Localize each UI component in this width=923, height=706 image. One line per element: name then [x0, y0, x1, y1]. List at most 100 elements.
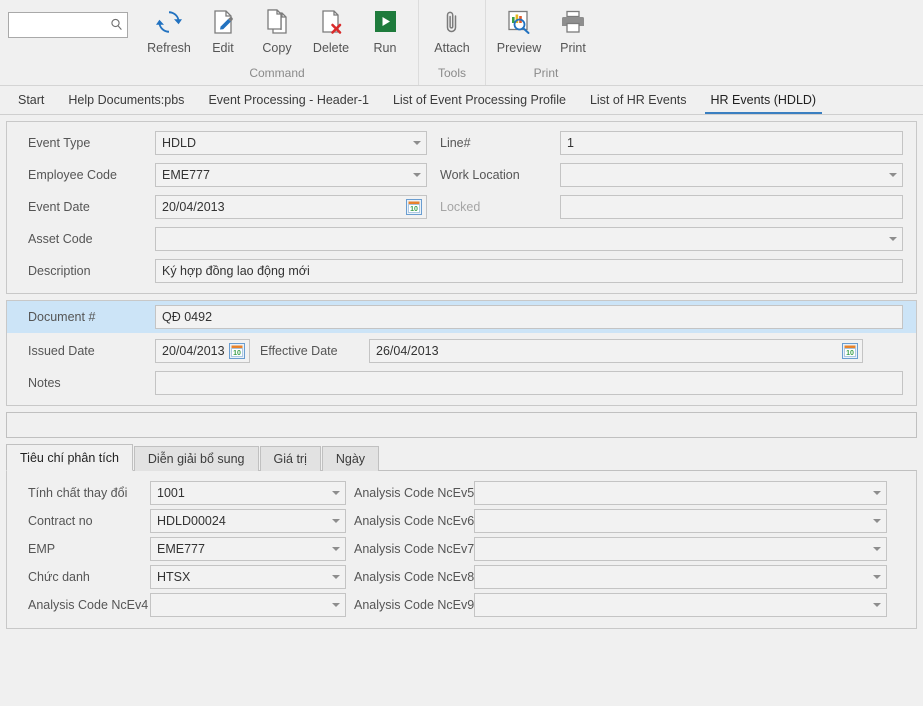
analysis-right-label-5: Analysis Code NcEv9	[354, 598, 475, 612]
search-box[interactable]	[8, 11, 128, 38]
form-content: Event Type HDLD Line# 1 Employee Code EM…	[0, 115, 923, 406]
copy-label: Copy	[262, 41, 292, 55]
print-label: Print	[560, 41, 586, 55]
analysis-left-value-3: EME777	[157, 542, 205, 556]
event-type-label: Event Type	[28, 136, 91, 150]
analysis-left-combo-3[interactable]: EME777	[150, 537, 346, 561]
attach-button[interactable]: Attach	[425, 0, 479, 55]
notes-input[interactable]	[155, 371, 903, 395]
tab-label: HR Events (HDLD)	[710, 93, 817, 107]
chevron-down-icon[interactable]	[871, 544, 882, 555]
event-date-input[interactable]: 20/04/2013 10	[155, 195, 427, 219]
copy-icon	[261, 6, 293, 38]
analysis-right-combo-5[interactable]	[474, 593, 887, 617]
refresh-button[interactable]: Refresh	[142, 0, 196, 55]
tab-event-processing-header[interactable]: Event Processing - Header-1	[196, 86, 381, 114]
tab-list-of-event-processing-profile[interactable]: List of Event Processing Profile	[381, 86, 578, 114]
tab-help-documents[interactable]: Help Documents:pbs	[56, 86, 196, 114]
print-button[interactable]: Print	[546, 0, 600, 55]
analysis-left-label-3: EMP	[28, 542, 56, 556]
analysis-right-combo-1[interactable]	[474, 481, 887, 505]
effective-date-value: 26/04/2013	[376, 344, 439, 358]
description-input[interactable]: Ký hợp đồng lao động mới	[155, 259, 903, 283]
inner-tab-gia-tri[interactable]: Giá trị	[259, 446, 321, 471]
row-analysis-5: Analysis Code NcEv4 Analysis Code NcEv9	[15, 591, 908, 619]
row-issued-date: Issued Date 20/04/2013 10 Effective Date…	[15, 337, 908, 365]
employee-code-value: EME777	[162, 168, 210, 182]
line-no-label: Line#	[440, 136, 471, 150]
edit-label: Edit	[212, 41, 234, 55]
tab-list-of-hr-events[interactable]: List of HR Events	[578, 86, 699, 114]
group-title-tools: Tools	[437, 66, 466, 80]
chevron-down-icon[interactable]	[871, 600, 882, 611]
delete-button[interactable]: Delete	[304, 0, 358, 55]
document-no-input[interactable]: QĐ 0492	[155, 305, 903, 329]
analysis-left-value-2: HDLD00024	[157, 514, 226, 528]
line-no-input[interactable]: 1	[560, 131, 903, 155]
tab-label: Start	[18, 93, 45, 107]
refresh-label: Refresh	[147, 41, 191, 55]
analysis-left-combo-2[interactable]: HDLD00024	[150, 509, 346, 533]
event-type-value: HDLD	[162, 136, 197, 150]
chevron-down-icon[interactable]	[871, 488, 882, 499]
row-analysis-1: Tính chất thay đổi 1001 Analysis Code Nc…	[15, 479, 908, 507]
run-button[interactable]: Run	[358, 0, 412, 55]
calendar-icon[interactable]: 10	[229, 343, 245, 359]
chevron-down-icon[interactable]	[887, 234, 898, 245]
search-input[interactable]	[9, 12, 127, 37]
chevron-down-icon[interactable]	[887, 170, 898, 181]
issued-date-label: Issued Date	[28, 344, 95, 358]
inner-tab-ngay[interactable]: Ngày	[321, 446, 380, 471]
preview-button[interactable]: Preview	[492, 0, 546, 55]
chevron-down-icon[interactable]	[871, 572, 882, 583]
edit-button[interactable]: Edit	[196, 0, 250, 55]
chevron-down-icon[interactable]	[871, 516, 882, 527]
svg-text:10: 10	[410, 206, 418, 213]
asset-code-combo[interactable]	[155, 227, 903, 251]
tab-label: List of HR Events	[589, 93, 687, 107]
inner-tab-tieu-chi-phan-tich[interactable]: Tiêu chí phân tích	[6, 444, 133, 471]
chevron-down-icon[interactable]	[330, 488, 341, 499]
analysis-left-combo-1[interactable]: 1001	[150, 481, 346, 505]
chevron-down-icon[interactable]	[330, 544, 341, 555]
chevron-down-icon[interactable]	[330, 516, 341, 527]
edit-icon	[207, 6, 239, 38]
analysis-tab-strip: Tiêu chí phân tích Diễn giải bổ sung Giá…	[0, 444, 923, 471]
tab-hr-events-hdld[interactable]: HR Events (HDLD)	[699, 86, 829, 114]
delete-icon	[315, 6, 347, 38]
calendar-icon[interactable]: 10	[406, 199, 422, 215]
header-panel: Event Type HDLD Line# 1 Employee Code EM…	[6, 121, 917, 294]
employee-code-combo[interactable]: EME777	[155, 163, 427, 187]
calendar-icon[interactable]: 10	[842, 343, 858, 359]
event-type-combo[interactable]: HDLD	[155, 131, 427, 155]
locked-label: Locked	[440, 200, 481, 214]
analysis-right-combo-3[interactable]	[474, 537, 887, 561]
analysis-right-label-4: Analysis Code NcEv8	[354, 570, 475, 584]
chevron-down-icon[interactable]	[411, 138, 422, 149]
paperclip-icon	[436, 6, 468, 38]
analysis-left-combo-4[interactable]: HTSX	[150, 565, 346, 589]
work-location-label: Work Location	[440, 168, 520, 182]
row-notes: Notes	[15, 369, 908, 397]
chevron-down-icon[interactable]	[411, 170, 422, 181]
spacer-input[interactable]	[6, 412, 917, 438]
effective-date-label: Effective Date	[260, 344, 338, 358]
attach-label: Attach	[434, 41, 470, 55]
tab-start[interactable]: Start	[6, 86, 56, 114]
row-analysis-2: Contract no HDLD00024 Analysis Code NcEv…	[15, 507, 908, 535]
inner-tab-dien-giai-bo-sung[interactable]: Diễn giải bổ sung	[133, 446, 259, 471]
analysis-right-combo-4[interactable]	[474, 565, 887, 589]
issued-date-input[interactable]: 20/04/2013 10	[155, 339, 250, 363]
row-asset-code: Asset Code	[15, 225, 908, 253]
row-analysis-4: Chức danh HTSX Analysis Code NcEv8	[15, 563, 908, 591]
analysis-left-value-4: HTSX	[157, 570, 191, 584]
locked-input[interactable]	[560, 195, 903, 219]
analysis-right-label-1: Analysis Code NcEv5	[354, 486, 475, 500]
chevron-down-icon[interactable]	[330, 600, 341, 611]
chevron-down-icon[interactable]	[330, 572, 341, 583]
analysis-left-combo-5[interactable]	[150, 593, 346, 617]
work-location-combo[interactable]	[560, 163, 903, 187]
effective-date-input[interactable]: 26/04/2013 10	[369, 339, 863, 363]
analysis-right-combo-2[interactable]	[474, 509, 887, 533]
copy-button[interactable]: Copy	[250, 0, 304, 55]
